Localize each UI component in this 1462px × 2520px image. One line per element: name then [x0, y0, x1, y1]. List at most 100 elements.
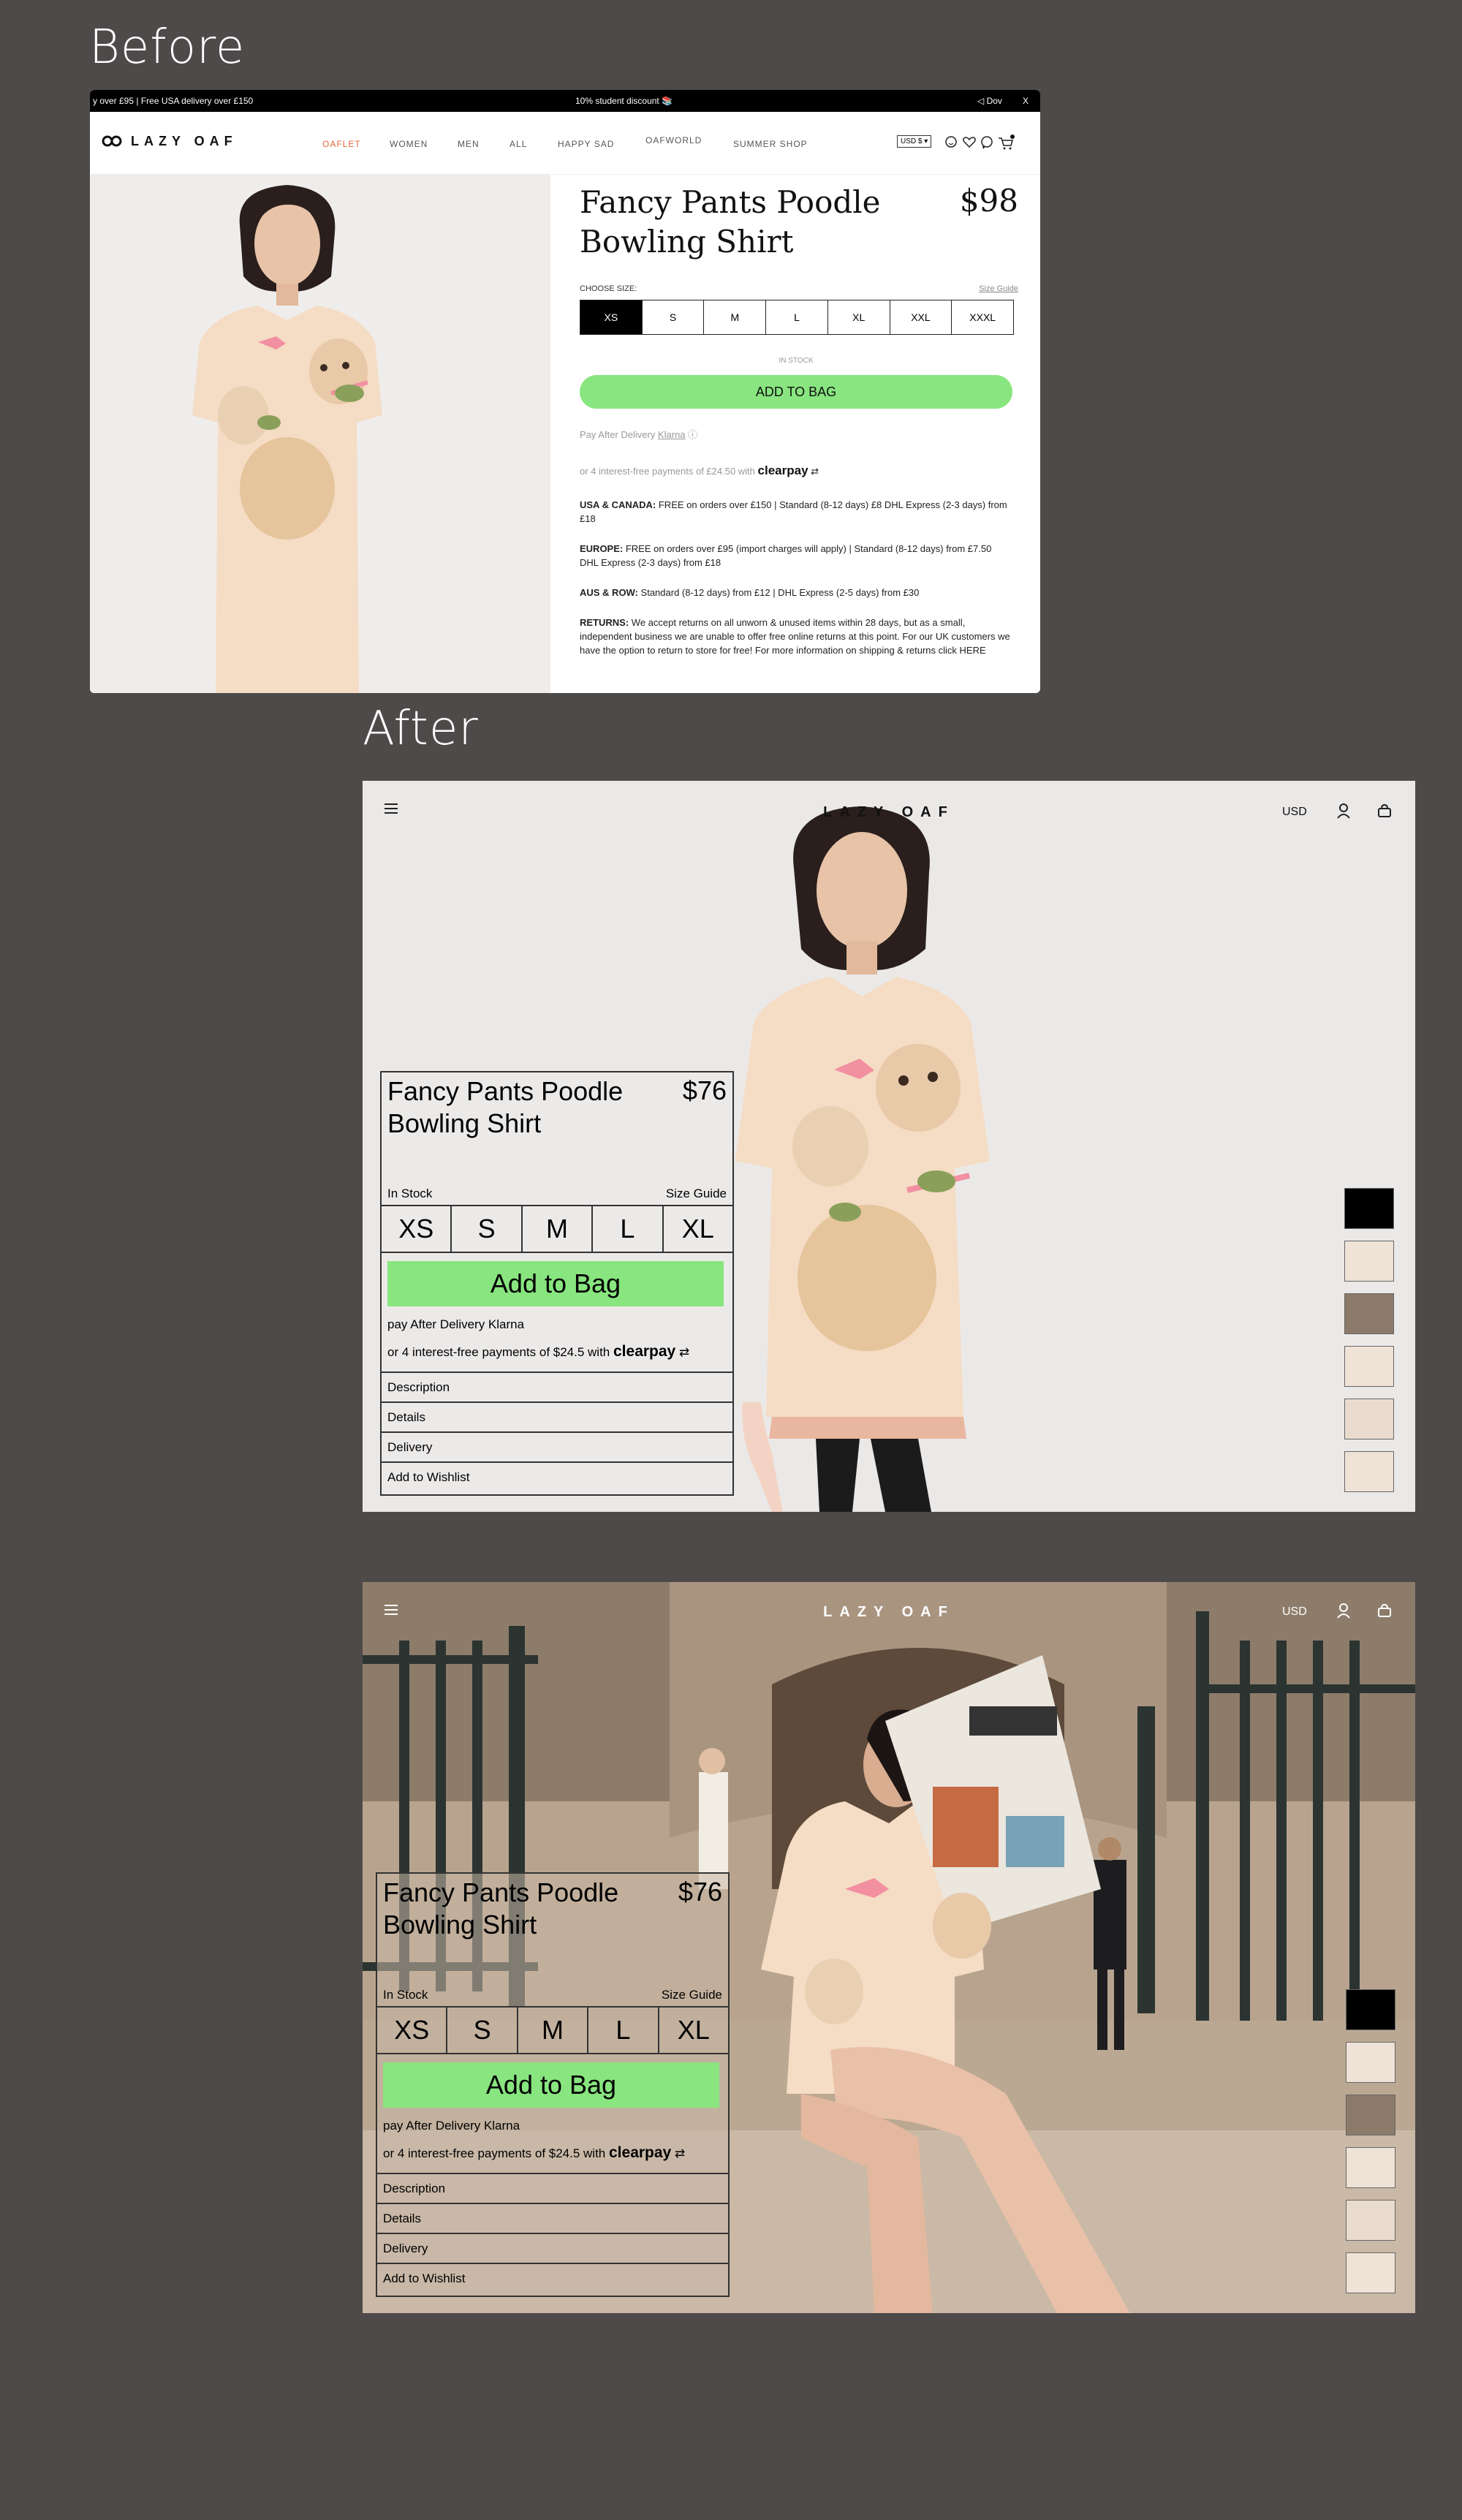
returns-text: We accept returns on all unworn & unused… [580, 617, 1010, 656]
nav-oafworld[interactable]: OAFWORLD [645, 135, 702, 145]
before-header: LAZY OAF OAFLET WOMEN MEN ALL HAPPY SAD … [90, 112, 1040, 175]
add-to-wishlist-link[interactable]: Add to Wishlist [382, 1461, 732, 1490]
size-option-m[interactable]: M [704, 300, 767, 334]
thumbnail-1[interactable] [1344, 1188, 1394, 1229]
thumbnail-5[interactable] [1346, 2200, 1395, 2241]
size-option-m[interactable]: M [518, 2008, 589, 2053]
size-guide-link[interactable]: Size Guide [662, 1988, 722, 2002]
thumbnail-5[interactable] [1344, 1399, 1394, 1439]
thumbnail-4[interactable] [1346, 2147, 1395, 2188]
promo-center-text: 10% student discount 📚 [575, 96, 673, 106]
shipping-europe-label: EUROPE: [580, 543, 624, 554]
promo-close-button[interactable]: X [1023, 96, 1029, 106]
product-title: Fancy Pants Poodle Bowling Shirt [383, 1877, 619, 1940]
size-option-s[interactable]: S [447, 2008, 518, 2053]
size-option-xl[interactable]: XL [828, 300, 890, 334]
size-selector: XS S M L XL [377, 2006, 728, 2054]
installments-text: or 4 interest-free payments of £24.50 wi… [580, 466, 755, 477]
clearpay-logo: clearpay [613, 1343, 676, 1360]
nav-men[interactable]: MEN [458, 139, 480, 149]
shipping-usa: USA & CANADA: FREE on orders over £150 |… [580, 498, 1012, 526]
accordion-delivery[interactable]: Delivery [382, 1431, 732, 1460]
thumbnail-3[interactable] [1346, 2095, 1395, 2135]
size-option-s[interactable]: S [452, 1206, 523, 1252]
stock-status: IN STOCK [779, 357, 814, 365]
product-price: $76 [682, 1075, 727, 1105]
thumbnail-1[interactable] [1346, 1989, 1395, 2030]
nav-women[interactable]: WOMEN [390, 139, 428, 149]
thumbnail-6[interactable] [1344, 1451, 1394, 1492]
nav-all[interactable]: ALL [510, 139, 527, 149]
info-icon[interactable]: ⓘ [688, 429, 697, 440]
size-option-l[interactable]: L [766, 300, 828, 334]
add-to-wishlist-link[interactable]: Add to Wishlist [377, 2263, 728, 2291]
size-option-l[interactable]: L [588, 2008, 659, 2053]
accordion-details[interactable]: Details [382, 1401, 732, 1430]
product-panel: Fancy Pants Poodle Bowling Shirt $76 In … [380, 1071, 734, 1496]
promo-right-text[interactable]: ◁ Dov [977, 96, 1002, 106]
thumbnail-6[interactable] [1346, 2252, 1395, 2293]
size-guide-link[interactable]: Size Guide [666, 1187, 727, 1201]
klarna-link[interactable]: Klarna [658, 429, 686, 440]
thumbnail-2[interactable] [1344, 1241, 1394, 1282]
pay-after-delivery[interactable]: pay After Delivery Klarna [387, 1317, 524, 1332]
after-page-lifestyle: LAZY OAF USD Fancy Pants Poodle Bowling … [363, 1582, 1415, 2313]
clearpay-logo: clearpay [609, 2144, 672, 2161]
currency-label[interactable]: USD [1282, 1605, 1307, 1619]
size-option-xxxl[interactable]: XXXL [952, 300, 1013, 334]
cart-icon[interactable] [999, 135, 1015, 150]
add-to-bag-button[interactable]: ADD TO BAG [580, 375, 1012, 409]
size-option-m[interactable]: M [523, 1206, 594, 1252]
shipping-europe: EUROPE: FREE on orders over £95 (import … [580, 542, 1012, 570]
before-logo[interactable]: LAZY OAF [131, 134, 238, 149]
stock-status: In Stock [383, 1988, 428, 2002]
size-option-l[interactable]: L [593, 1206, 664, 1252]
size-option-xl[interactable]: XL [659, 2008, 728, 2053]
nav-summer-shop[interactable]: SUMMER SHOP [733, 139, 808, 149]
size-guide-link[interactable]: Size Guide [979, 284, 1018, 293]
currency-label[interactable]: USD [1282, 806, 1307, 819]
pay-after-text: Pay After Delivery [580, 429, 656, 440]
account-icon[interactable] [1336, 803, 1351, 819]
accordion-delivery[interactable]: Delivery [377, 2233, 728, 2261]
nav-oaflet[interactable]: OAFLET [322, 139, 361, 149]
accordion-details[interactable]: Details [377, 2203, 728, 2231]
thumbnail-2[interactable] [1346, 2042, 1395, 2083]
size-option-xs[interactable]: XS [580, 300, 643, 334]
before-heading: Before [89, 20, 246, 75]
header-icons [945, 135, 1015, 150]
pay-after-delivery[interactable]: pay After Delivery Klarna [383, 2119, 520, 2133]
bag-icon[interactable] [1377, 803, 1392, 818]
choose-size-label: CHOOSE SIZE: [580, 284, 637, 293]
after-logo[interactable]: LAZY OAF [363, 804, 1415, 821]
product-price: $98 [959, 183, 1018, 219]
thumbnail-4[interactable] [1344, 1346, 1394, 1387]
product-title: Fancy Pants Poodle Bowling Shirt [387, 1076, 624, 1138]
size-option-xs[interactable]: XS [382, 1206, 452, 1252]
wishlist-icon[interactable] [963, 137, 976, 148]
shipping-usa-label: USA & CANADA: [580, 499, 656, 510]
size-option-xs[interactable]: XS [377, 2008, 448, 2053]
nav-happy-sad[interactable]: HAPPY SAD [558, 139, 614, 149]
shipping-aus: AUS & ROW: Standard (8-12 days) from £12… [580, 586, 1012, 599]
after-page-studio: LAZY OAF USD Fancy Pants Poodle Bowling … [363, 781, 1415, 1512]
currency-select[interactable]: USD $ ▾ [897, 135, 932, 148]
thumbnail-3[interactable] [1344, 1293, 1394, 1334]
clearpay-arrows-icon: ⇄ [674, 2146, 686, 2160]
account-icon[interactable] [945, 136, 957, 148]
size-option-xxl[interactable]: XXL [890, 300, 952, 334]
bag-icon[interactable] [1377, 1603, 1392, 1618]
product-price: $76 [678, 1877, 722, 1907]
accordion-description[interactable]: Description [377, 2173, 728, 2201]
size-option-xl[interactable]: XL [664, 1206, 732, 1252]
accordion-description[interactable]: Description [382, 1371, 732, 1400]
shipping-aus-text: Standard (8-12 days) from £12 | DHL Expr… [637, 587, 920, 598]
installments-text: or 4 interest-free payments of $24.5 wit… [387, 1345, 610, 1359]
account-icon[interactable] [1336, 1603, 1351, 1619]
after-logo[interactable]: LAZY OAF [363, 1604, 1415, 1621]
size-option-s[interactable]: S [643, 300, 705, 334]
chat-icon[interactable] [981, 136, 993, 149]
add-to-bag-button[interactable]: Add to Bag [383, 2062, 719, 2108]
add-to-bag-button[interactable]: Add to Bag [387, 1261, 724, 1306]
after-header: LAZY OAF USD [363, 781, 1415, 847]
